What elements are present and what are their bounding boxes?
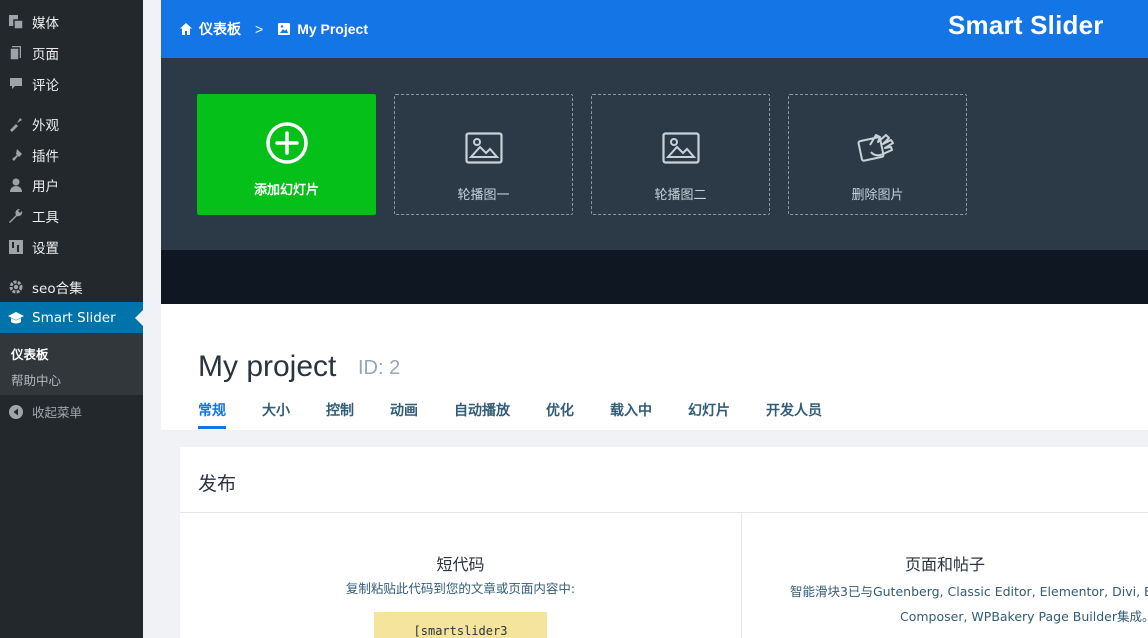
- project-header: My project ID: 2 常规 大小 控制 动画 自动播放 优化 载入中…: [161, 304, 1148, 430]
- media-icon: [0, 14, 32, 30]
- tab-developer[interactable]: 开发人员: [766, 400, 822, 429]
- submenu-help[interactable]: 帮助中心: [11, 370, 61, 389]
- menu-comments[interactable]: 评论: [0, 68, 143, 99]
- slides-panel: 添加幻灯片 轮播图一 轮播图二 删除图片: [161, 58, 1148, 250]
- menu-users[interactable]: 用户: [0, 169, 143, 200]
- breadcrumb-current[interactable]: My Project: [277, 21, 368, 37]
- image-icon: [661, 132, 700, 164]
- tab-animations[interactable]: 动画: [390, 400, 418, 429]
- tab-autoplay[interactable]: 自动播放: [454, 400, 510, 429]
- menu-settings[interactable]: 设置: [0, 231, 143, 262]
- publish-panel: 发布 短代码 复制粘贴此代码到您的文章或页面内容中: [smartslider3…: [180, 447, 1148, 638]
- pages-posts-desc-1: 智能滑块3已与Gutenberg, Classic Editor, Elemen…: [790, 584, 1148, 599]
- menu-smart-slider[interactable]: Smart Slider: [0, 302, 143, 333]
- tab-general[interactable]: 常规: [198, 400, 226, 429]
- gear-icon: [0, 279, 32, 295]
- breadcrumb-home-label: 仪表板: [199, 21, 241, 37]
- divider: [180, 512, 1148, 513]
- smart-slider-header: 仪表板 > My Project Smart Slider: [161, 0, 1148, 58]
- tab-controls[interactable]: 控制: [326, 400, 354, 429]
- image-icon: [278, 23, 291, 35]
- menu-users-label: 用户: [32, 178, 59, 195]
- tools-icon: [0, 208, 32, 224]
- plugins-icon: [0, 147, 32, 163]
- collapse-arrow-icon: [0, 404, 32, 420]
- slide-item[interactable]: 删除图片: [788, 94, 967, 215]
- comments-icon: [0, 76, 32, 92]
- logo-text: Smart Slider: [948, 10, 1104, 40]
- tab-optimize[interactable]: 优化: [546, 400, 574, 429]
- publish-title: 发布: [198, 473, 237, 495]
- project-id: ID: 2: [358, 357, 401, 379]
- menu-seo-label: seo合集: [32, 280, 83, 297]
- pages-icon: [0, 45, 32, 61]
- menu-pages[interactable]: 页面: [0, 37, 143, 68]
- slide-item[interactable]: 轮播图一: [394, 94, 573, 215]
- slide-item[interactable]: 轮播图二: [591, 94, 770, 215]
- shortcode-description: 复制粘贴此代码到您的文章或页面内容中:: [345, 581, 576, 596]
- smart-slider-logo: Smart Slider: [948, 10, 1104, 41]
- shortcode-box[interactable]: [smartslider3 slider="2"]: [374, 612, 547, 638]
- menu-media-label: 媒体: [32, 15, 59, 32]
- add-slide-label: 添加幻灯片: [253, 183, 319, 198]
- page-title: My project: [198, 350, 337, 383]
- home-icon: [180, 23, 192, 35]
- tab-loading[interactable]: 载入中: [610, 400, 652, 429]
- shortcode-section: 短代码 复制粘贴此代码到您的文章或页面内容中:: [180, 551, 741, 598]
- menu-media[interactable]: 媒体: [0, 6, 143, 37]
- slide-label: 轮播图二: [654, 188, 707, 203]
- menu-settings-label: 设置: [32, 240, 59, 257]
- settings-icon: [0, 239, 32, 255]
- slide-label: 删除图片: [851, 188, 904, 203]
- tab-slides[interactable]: 幻灯片: [688, 400, 730, 429]
- menu-plugins[interactable]: 插件: [0, 139, 143, 170]
- slides-footer-strip: [161, 250, 1148, 304]
- smart-slider-submenu: 仪表板 帮助中心: [0, 333, 143, 395]
- breadcrumb-separator: >: [255, 21, 264, 37]
- pages-posts-section: 页面和帖子 智能滑块3已与Gutenberg, Classic Editor, …: [742, 551, 1148, 629]
- users-icon: [0, 177, 32, 193]
- add-slide-button[interactable]: 添加幻灯片: [197, 94, 376, 215]
- pages-posts-desc-2: Composer, WPBakery Page Builder集成。: [900, 609, 1148, 624]
- wp-admin-sidebar: 媒体 页面 评论 外观 插件 用户 工具 设置 seo合集 Smart Slid…: [0, 0, 143, 638]
- graduation-cap-icon: [0, 310, 32, 326]
- submenu-dashboard[interactable]: 仪表板: [11, 344, 49, 363]
- menu-smart-slider-label: Smart Slider: [32, 309, 116, 326]
- shortcode-heading: 短代码: [436, 555, 485, 574]
- slide-label: 轮播图一: [457, 188, 510, 203]
- add-circle-icon: [265, 122, 308, 164]
- menu-seo[interactable]: seo合集: [0, 271, 143, 302]
- menu-appearance[interactable]: 外观: [0, 108, 143, 139]
- pages-posts-heading: 页面和帖子: [904, 555, 985, 574]
- settings-tabs: 常规 大小 控制 动画 自动播放 优化 载入中 幻灯片 开发人员: [198, 400, 858, 429]
- menu-appearance-label: 外观: [32, 117, 59, 134]
- collapse-menu-label: 收起菜单: [32, 405, 83, 420]
- collapse-menu[interactable]: 收起菜单: [0, 396, 143, 427]
- section-divider: [161, 430, 1148, 447]
- menu-tools[interactable]: 工具: [0, 200, 143, 231]
- menu-tools-label: 工具: [32, 209, 59, 226]
- menu-pages-label: 页面: [32, 46, 59, 63]
- appearance-icon: [0, 116, 32, 132]
- menu-comments-label: 评论: [32, 77, 59, 94]
- hand-image-icon: [857, 134, 894, 162]
- tab-size[interactable]: 大小: [262, 400, 290, 429]
- breadcrumb-home[interactable]: 仪表板: [179, 19, 241, 39]
- breadcrumb-current-label: My Project: [297, 21, 368, 37]
- image-icon: [464, 132, 503, 164]
- menu-plugins-label: 插件: [32, 148, 59, 165]
